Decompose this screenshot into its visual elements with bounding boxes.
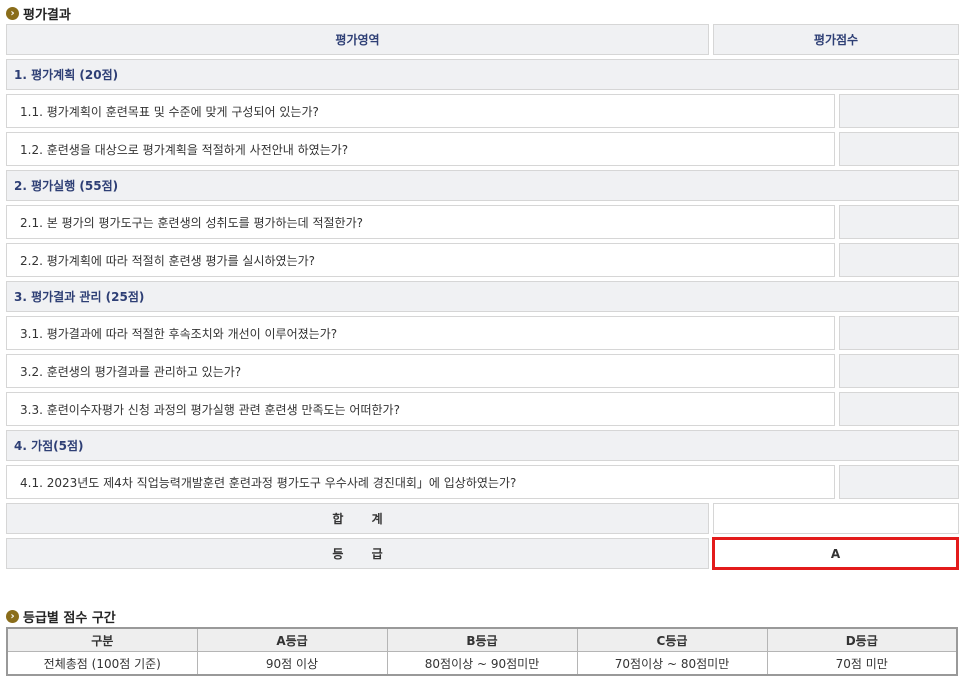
- criteria-item: 3.1. 평가결과에 따라 적절한 후속조치와 개선이 이루어졌는가?: [6, 316, 835, 350]
- result-section-heading: › 평가결과: [6, 4, 71, 23]
- table-cell: 90점 이상: [196, 651, 388, 676]
- grade-label-cell: 등 급: [6, 538, 709, 569]
- criteria-score-cell: [839, 243, 959, 277]
- criteria-item: 1.1. 평가계획이 훈련목표 및 수준에 맞게 구성되어 있는가?: [6, 94, 835, 128]
- grade-value-cell: A: [712, 537, 959, 570]
- criteria-score-cell: [839, 465, 959, 499]
- criteria-item: 1.2. 훈련생을 대상으로 평가계획을 적절하게 사전안내 하였는가?: [6, 132, 835, 166]
- table-row: 전체총점 (100점 기준) 90점 이상 80점이상 ~ 90점미만 70점이…: [6, 651, 958, 676]
- table-cell: 70점 미만: [766, 651, 958, 676]
- grade-label: 등 급: [332, 547, 383, 561]
- column-header: B등급: [386, 627, 578, 652]
- criteria-item-label: 2.1. 본 평가의 평가도구는 훈련생의 성취도를 평가하는데 적절한가?: [20, 215, 364, 230]
- criteria-item: 2.2. 평가계획에 따라 적절히 훈련생 평가를 실시하였는가?: [6, 243, 835, 277]
- result-heading-label: 평가결과: [23, 8, 71, 23]
- criteria-item-label: 3.2. 훈련생의 평가결과를 관리하고 있는가?: [20, 364, 242, 379]
- criteria-item: 3.2. 훈련생의 평가결과를 관리하고 있는가?: [6, 354, 835, 388]
- grade-ranges-section-heading: › 등급별 점수 구간: [6, 607, 116, 626]
- column-header: D등급: [766, 627, 958, 652]
- criteria-item-label: 1.1. 평가계획이 훈련목표 및 수준에 맞게 구성되어 있는가?: [20, 104, 319, 119]
- criteria-score-cell: [839, 316, 959, 350]
- table-cell: 전체총점 (100점 기준): [6, 651, 198, 676]
- column-header: 구분: [6, 627, 198, 652]
- criteria-item: 3.3. 훈련이수자평가 신청 과정의 평가실행 관련 훈련생 만족도는 어떠한…: [6, 392, 835, 426]
- table-cell: 80점이상 ~ 90점미만: [386, 651, 578, 676]
- grade-ranges-header-row: 구분 A등급 B등급 C등급 D등급: [6, 627, 958, 652]
- criteria-score-cell: [839, 392, 959, 426]
- grade-ranges-heading-label: 등급별 점수 구간: [23, 611, 116, 626]
- total-value-cell: [713, 503, 959, 534]
- grade-ranges-table: 구분 A등급 B등급 C등급 D등급 전체총점 (100점 기준) 90점 이상…: [6, 627, 958, 676]
- criteria-item-label: 4.1. 2023년도 제4차 직업능력개발훈련 훈련과정 평가도구 우수사례 …: [20, 475, 517, 490]
- criteria-item: 2.1. 본 평가의 평가도구는 훈련생의 성취도를 평가하는데 적절한가?: [6, 205, 835, 239]
- criteria-score-cell: [839, 354, 959, 388]
- criteria-item-label: 1.2. 훈련생을 대상으로 평가계획을 적절하게 사전안내 하였는가?: [20, 142, 349, 157]
- category-row: 1. 평가계획 (20점): [6, 59, 959, 90]
- criteria-score-cell: [839, 132, 959, 166]
- evaluation-score-header-label: 평가점수: [813, 33, 859, 47]
- category-title: 3. 평가결과 관리 (25점): [14, 290, 145, 304]
- category-row: 3. 평가결과 관리 (25점): [6, 281, 959, 312]
- grade-value: A: [830, 546, 841, 561]
- criteria-score-cell: [839, 94, 959, 128]
- category-title: 4. 가점(5점): [14, 439, 84, 453]
- table-cell: 70점이상 ~ 80점미만: [576, 651, 768, 676]
- evaluation-area-header: 평가영역: [6, 24, 709, 55]
- criteria-item-label: 3.3. 훈련이수자평가 신청 과정의 평가실행 관련 훈련생 만족도는 어떠한…: [20, 402, 400, 417]
- criteria-item-label: 2.2. 평가계획에 따라 적절히 훈련생 평가를 실시하였는가?: [20, 253, 316, 268]
- evaluation-area-header-label: 평가영역: [335, 33, 380, 47]
- criteria-item-label: 3.1. 평가결과에 따라 적절한 후속조치와 개선이 이루어졌는가?: [20, 326, 338, 341]
- column-header: A등급: [196, 627, 388, 652]
- total-label-cell: 합 계: [6, 503, 709, 534]
- category-row: 2. 평가실행 (55점): [6, 170, 959, 201]
- evaluation-score-header: 평가점수: [713, 24, 959, 55]
- criteria-score-cell: [839, 205, 959, 239]
- category-title: 1. 평가계획 (20점): [14, 68, 119, 82]
- chevron-right-icon: ›: [6, 7, 19, 20]
- total-label: 합 계: [332, 512, 383, 526]
- category-row: 4. 가점(5점): [6, 430, 959, 461]
- column-header: C등급: [576, 627, 768, 652]
- category-title: 2. 평가실행 (55점): [14, 179, 119, 193]
- chevron-right-icon: ›: [6, 610, 19, 623]
- criteria-item: 4.1. 2023년도 제4차 직업능력개발훈련 훈련과정 평가도구 우수사례 …: [6, 465, 835, 499]
